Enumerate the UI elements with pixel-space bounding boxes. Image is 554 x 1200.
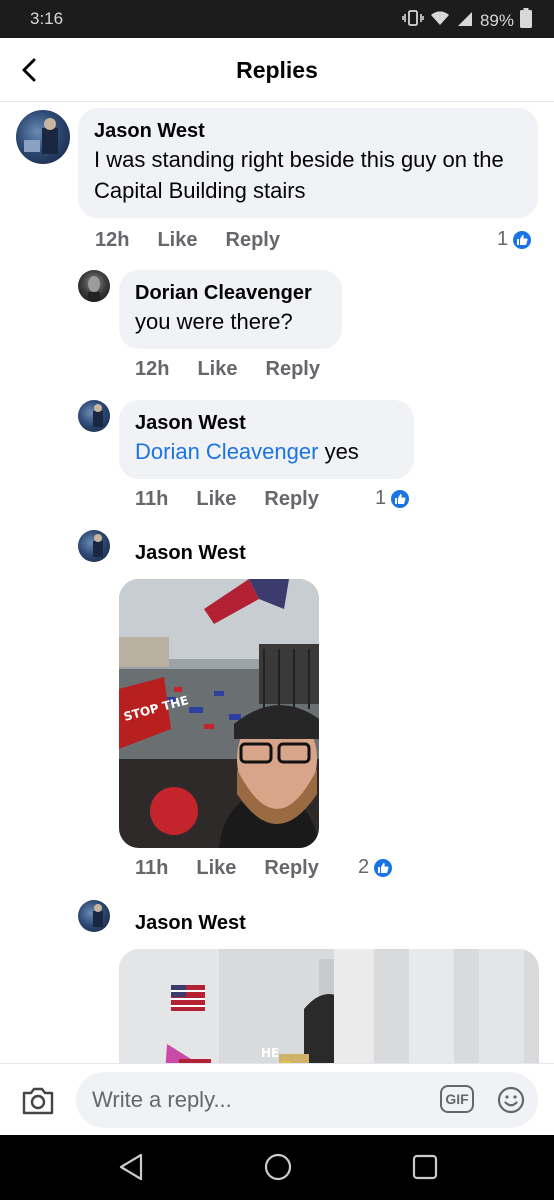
gif-button[interactable]: GIF [440,1085,474,1113]
comment-author[interactable]: Dorian Cleavenger [135,280,326,306]
comment-actions: 12h Like Reply [95,229,280,252]
camera-icon[interactable] [20,1086,56,1121]
reply-button[interactable]: Reply [226,229,280,252]
avatar[interactable] [78,400,110,432]
avatar[interactable] [16,110,70,164]
status-time: 3:16 [30,9,64,28]
comment-text: I was standing right beside this guy on … [94,147,504,203]
page-title: Replies [236,57,318,83]
thumbs-up-icon [372,856,395,879]
reaction-count[interactable]: 1 [497,228,534,251]
comment-text-body: yes [324,439,359,464]
wifi-icon [430,9,450,32]
comment-bubble[interactable]: Jason West Dorian Cleavenger yes [119,400,414,479]
comment-time: 11h [135,857,169,879]
vibrate-icon [402,9,424,32]
comment-bubble[interactable]: Jason West I was standing right beside t… [78,108,538,218]
status-bar: 3:16 89% [0,0,554,38]
comment-author[interactable]: Jason West [94,118,522,144]
photo-sign-text: HE [261,1046,279,1060]
like-button[interactable]: Like [197,358,237,381]
avatar[interactable] [78,270,110,302]
thumbs-up-icon [511,228,534,251]
comment-author[interactable]: Jason West [135,540,246,566]
reply-button[interactable]: Reply [264,857,318,880]
reaction-number: 2 [358,856,370,878]
reply-input[interactable]: Write a reply... GIF [76,1072,538,1128]
smiley-icon[interactable] [496,1085,526,1120]
comment-text: Dorian Cleavenger yes [135,436,398,467]
square-recent-icon[interactable] [411,1152,439,1187]
reaction-number: 1 [497,228,509,250]
like-button[interactable]: Like [196,488,236,511]
reaction-count[interactable]: 2 [358,856,395,879]
comment-actions: 11h Like Reply [135,857,319,880]
comment-actions: 12h Like Reply [135,358,320,381]
comment-author[interactable]: Jason West [135,910,246,936]
reply-button[interactable]: Reply [264,488,318,511]
comment-text: you were there? [135,309,293,334]
comment-time: 12h [135,358,170,380]
comment-time: 12h [95,229,130,251]
circle-home-icon[interactable] [263,1152,293,1187]
comment-author[interactable]: Jason West [135,410,398,436]
status-icons: 89% [402,8,532,33]
replies-header: Replies [0,38,554,102]
signal-icon [456,9,474,32]
triangle-back-icon[interactable] [117,1152,145,1187]
replies-sheet: Replies Jason West I was standing right … [0,38,554,1135]
battery-percent: 89% [479,10,514,30]
comment-time: 11h [135,488,169,510]
comment-actions: 11h Like Reply [135,488,319,511]
reply-button[interactable]: Reply [266,358,320,381]
mention-link[interactable]: Dorian Cleavenger [135,439,318,464]
avatar[interactable] [78,530,110,562]
thumbs-up-icon [389,487,412,510]
comment-photo[interactable]: STOP THE [119,579,319,848]
reply-placeholder: Write a reply... [92,1087,232,1112]
reaction-number: 1 [375,487,387,509]
reply-composer: Write a reply... GIF [0,1063,554,1135]
like-button[interactable]: Like [157,229,197,252]
system-nav-bar [0,1135,554,1200]
avatar[interactable] [78,900,110,932]
comment-bubble[interactable]: Dorian Cleavenger you were there? [119,270,342,349]
like-button[interactable]: Like [196,857,236,880]
battery-icon [520,8,532,33]
reaction-count[interactable]: 1 [375,487,412,510]
